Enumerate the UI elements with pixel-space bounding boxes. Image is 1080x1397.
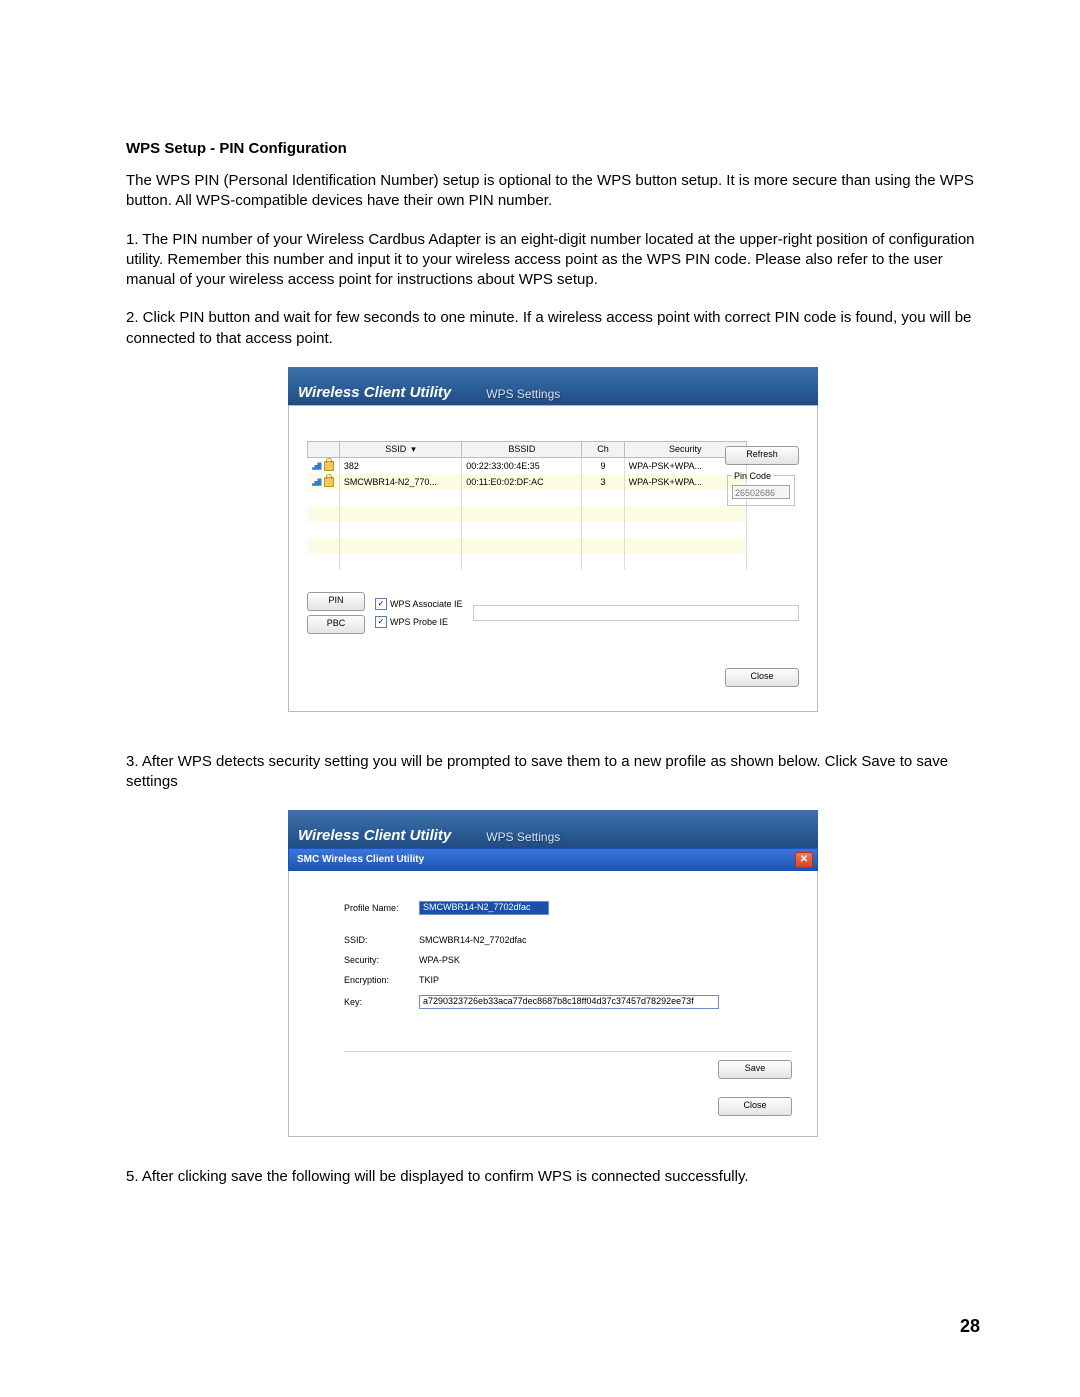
dialog-title: SMC Wireless Client Utility [297,854,424,865]
encryption-label: Encryption: [344,975,419,985]
app-subtitle: WPS Settings [486,387,560,401]
table-row [308,554,747,570]
paragraph-step3: 3. After WPS detects security setting yo… [126,752,980,793]
table-row[interactable]: 382 00:22:33:00:4E:35 9 WPA-PSK+WPA... [308,457,747,474]
close-button[interactable]: Close [725,668,799,687]
lock-icon [324,461,334,471]
col-ssid[interactable]: SSID ▾ [339,441,461,457]
signal-icon [312,478,322,486]
key-field[interactable]: a7290323726eb33aca77dec8687b8c18ff04d37c… [419,995,719,1009]
refresh-button[interactable]: Refresh [725,446,799,465]
encryption-value: TKIP [419,975,439,985]
table-row[interactable]: SMCWBR14-N2_770... 00:11:E0:02:DF:AC 3 W… [308,474,747,490]
ssid-label: SSID: [344,935,419,945]
close-icon[interactable]: ✕ [795,852,813,868]
dialog-titlebar: SMC Wireless Client Utility ✕ [288,848,818,871]
table-row [308,538,747,554]
pin-button[interactable]: PIN [307,592,365,611]
signal-icon [312,462,322,470]
profile-name-label: Profile Name: [344,903,419,913]
col-bssid[interactable]: BSSID [462,441,582,457]
table-row [308,506,747,522]
table-row [308,490,747,506]
screenshot-save-profile: Wireless Client Utility WPS Settings SMC… [288,810,818,1137]
security-value: WPA-PSK [419,955,460,965]
app-title: Wireless Client Utility [298,827,451,844]
profile-name-field[interactable]: SMCWBR14-N2_7702dfac [419,901,549,915]
save-button[interactable]: Save [718,1060,792,1079]
col-icon [308,441,340,457]
section-heading: WPS Setup - PIN Configuration [126,140,980,157]
pin-code-legend: Pin Code [732,471,773,481]
wps-ap-table: SSID ▾ BSSID Ch Security 382 00:22:33:00… [307,441,747,570]
app-title: Wireless Client Utility [298,384,451,401]
app-header: Wireless Client Utility WPS Settings [288,367,818,405]
pbc-button[interactable]: PBC [307,615,365,634]
app-header: Wireless Client Utility WPS Settings [288,810,818,848]
security-label: Security: [344,955,419,965]
pin-code-group: Pin Code 26502686 [727,471,795,506]
table-row [308,522,747,538]
col-ch[interactable]: Ch [582,441,624,457]
wps-associate-checkbox[interactable]: ✓WPS Associate IE [375,598,463,610]
status-field [473,605,799,621]
key-label: Key: [344,997,419,1007]
lock-icon [324,477,334,487]
paragraph-intro: The WPS PIN (Personal Identification Num… [126,171,980,212]
pin-code-field[interactable]: 26502686 [732,485,790,499]
paragraph-step2: 2. Click PIN button and wait for few sec… [126,308,980,349]
paragraph-step5: 5. After clicking save the following wil… [126,1167,980,1187]
page-number: 28 [960,1316,980,1337]
wps-probe-checkbox[interactable]: ✓WPS Probe IE [375,616,463,628]
close-button[interactable]: Close [718,1097,792,1116]
screenshot-wps-settings: Wireless Client Utility WPS Settings SSI… [288,367,818,712]
ssid-value: SMCWBR14-N2_7702dfac [419,935,527,945]
app-subtitle: WPS Settings [486,830,560,844]
paragraph-step1: 1. The PIN number of your Wireless Cardb… [126,230,980,291]
